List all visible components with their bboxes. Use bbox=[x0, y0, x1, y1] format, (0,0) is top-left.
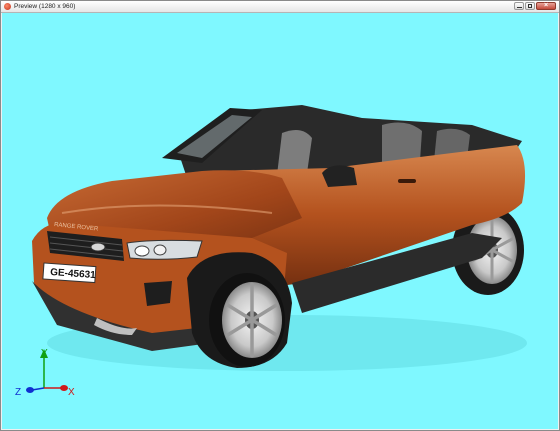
maximize-icon bbox=[528, 4, 532, 8]
front-wheel bbox=[187, 252, 292, 368]
x-axis-label: X bbox=[68, 387, 75, 398]
rear-seat bbox=[382, 122, 422, 163]
preview-window: Preview (1280 x 960) × RANGE ROVER GE-45… bbox=[0, 0, 560, 431]
app-icon[interactable] bbox=[4, 3, 11, 10]
title-bar[interactable]: Preview (1280 x 960) × bbox=[1, 1, 559, 13]
y-axis-label: Y bbox=[41, 348, 48, 359]
minimize-button[interactable] bbox=[514, 2, 524, 10]
axis-gizmo: Y X Z bbox=[15, 348, 75, 398]
door-handle bbox=[398, 179, 416, 183]
render-viewport[interactable]: RANGE ROVER GE-45631 Y X Z bbox=[2, 13, 558, 429]
close-icon: × bbox=[544, 2, 549, 9]
minimize-icon bbox=[517, 7, 522, 8]
maximize-button[interactable] bbox=[525, 2, 535, 10]
fog-light bbox=[144, 281, 172, 306]
front-seat bbox=[277, 129, 312, 175]
badge-icon bbox=[90, 242, 106, 252]
close-button[interactable]: × bbox=[536, 2, 556, 10]
window-title: Preview (1280 x 960) bbox=[14, 3, 76, 10]
car-render: RANGE ROVER GE-45631 Y X Z bbox=[15, 105, 527, 398]
side-mirror bbox=[322, 165, 357, 187]
z-axis-label: Z bbox=[15, 387, 21, 398]
